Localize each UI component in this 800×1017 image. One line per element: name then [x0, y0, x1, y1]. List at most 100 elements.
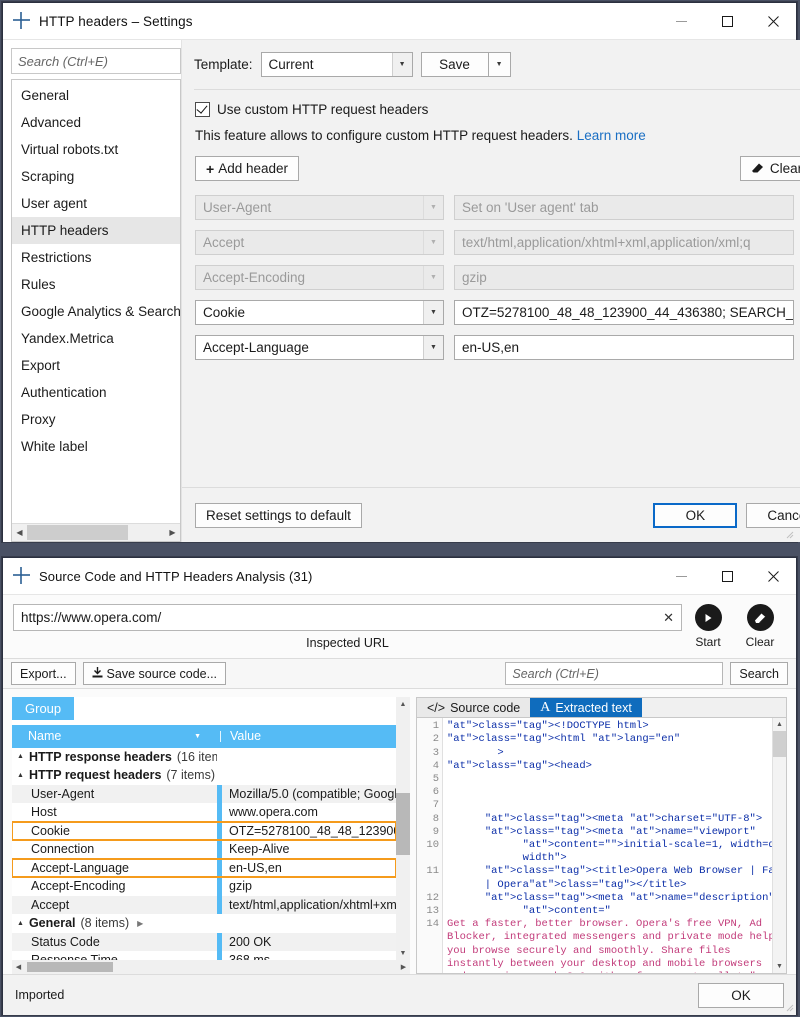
table-row[interactable]: ▲HTTP request headers(7 items)▶ — [12, 766, 396, 785]
search-button[interactable]: Search — [730, 662, 788, 685]
sidebar-item-proxy[interactable]: Proxy — [12, 406, 180, 433]
column-header-name[interactable]: Name ▼ — [12, 729, 217, 743]
close-button[interactable] — [750, 558, 796, 594]
header-value-input[interactable]: OTZ=5278100_48_48_123900_44_436380; SEAR… — [454, 300, 795, 325]
minimize-button[interactable] — [658, 3, 704, 39]
sidebar-item-rules[interactable]: Rules — [12, 271, 180, 298]
table-row[interactable]: User-Agent Mozilla/5.0 (compatible; Googl… — [12, 784, 396, 804]
export-button[interactable]: Export... — [11, 662, 76, 685]
table-row[interactable]: Cookie OTZ=5278100_48_48_123900_44_43 — [12, 820, 396, 842]
sidebar-item-export[interactable]: Export — [12, 352, 180, 379]
table-row[interactable]: Accept text/html,application/xhtml+xml,ap… — [12, 895, 396, 915]
sidebar-item-white-label[interactable]: White label — [12, 433, 180, 460]
chevron-down-icon[interactable]: ▼ — [391, 53, 412, 76]
save-template-split-button[interactable]: Save ▼ — [420, 52, 511, 77]
table-row[interactable]: Accept-Language en-US,en — [12, 857, 396, 879]
maximize-button[interactable] — [704, 3, 750, 39]
close-button[interactable] — [750, 3, 796, 39]
hscroll-thumb[interactable] — [27, 525, 128, 540]
sidebar-item-general[interactable]: General — [12, 82, 180, 109]
add-header-button[interactable]: + Add header — [195, 156, 299, 181]
sidebar-item-yandex-metrica[interactable]: Yandex.Metrica — [12, 325, 180, 352]
clear-icon[interactable]: ✕ — [657, 610, 674, 626]
cancel-button[interactable]: Cancel — [746, 502, 800, 528]
scroll-down-icon[interactable]: ▼ — [396, 946, 410, 960]
reset-settings-button[interactable]: Reset settings to default — [195, 502, 362, 528]
sidebar-item-virtual-robots-txt[interactable]: Virtual robots.txt — [12, 136, 180, 163]
settings-search-input[interactable]: Search (Ctrl+E) — [11, 48, 181, 74]
sidebar-item-restrictions[interactable]: Restrictions — [12, 244, 180, 271]
chevron-down-icon[interactable]: ▼ — [423, 336, 443, 359]
sidebar-item-advanced[interactable]: Advanced — [12, 109, 180, 136]
sidebar-item-http-headers[interactable]: HTTP headers — [12, 217, 180, 244]
sort-desc-icon[interactable]: ▼ — [194, 733, 201, 740]
use-custom-headers-checkbox[interactable] — [195, 102, 210, 117]
hscroll-track[interactable] — [25, 962, 397, 972]
vscroll-track[interactable] — [773, 731, 786, 960]
save-source-code-button[interactable]: Save source code... — [82, 662, 227, 685]
group-name: HTTP response headers — [28, 749, 172, 764]
save-button[interactable]: Save — [420, 52, 489, 77]
header-row: Accept-Language▼en-US,en✖ — [195, 335, 800, 360]
scroll-right-icon[interactable]: ▶ — [397, 963, 410, 971]
collapse-icon[interactable]: ▲ — [17, 920, 24, 927]
collapse-icon[interactable]: ▲ — [17, 753, 24, 760]
sidebar-item-google-analytics-search-co[interactable]: Google Analytics & Search Co — [12, 298, 180, 325]
header-name-select[interactable]: Accept-Language ▼ — [195, 335, 444, 360]
scroll-up-icon[interactable]: ▲ — [773, 718, 786, 731]
scroll-down-icon[interactable]: ▼ — [773, 960, 786, 973]
column-resizer[interactable] — [217, 730, 224, 742]
table-row[interactable]: ▲HTTP response headers(16 items)▶ — [12, 748, 396, 767]
source-code-text[interactable]: "at">class="tag"><!DOCTYPE html> "at">cl… — [443, 718, 772, 973]
tab-extracted-text[interactable]: A Extracted text — [530, 698, 642, 718]
scroll-up-icon[interactable]: ▲ — [396, 697, 410, 711]
resize-grip[interactable] — [784, 529, 794, 539]
learn-more-link[interactable]: Learn more — [577, 128, 646, 143]
save-dropdown-icon[interactable]: ▼ — [488, 52, 511, 77]
minimize-button[interactable] — [658, 558, 704, 594]
resize-grip[interactable] — [784, 1002, 794, 1012]
chevron-down-icon[interactable]: ▼ — [423, 301, 443, 324]
header-value-input[interactable]: en-US,en — [454, 335, 795, 360]
sidebar-hscrollbar[interactable]: ◀ ▶ — [12, 523, 180, 541]
sidebar-item-scraping[interactable]: Scraping — [12, 163, 180, 190]
hscroll-thumb[interactable] — [27, 962, 113, 972]
scroll-right-icon[interactable]: ▶ — [165, 525, 180, 540]
vscroll-thumb[interactable] — [773, 731, 786, 758]
maximize-button[interactable] — [704, 558, 750, 594]
group-menu-icon[interactable]: ▶ — [137, 919, 143, 928]
table-row[interactable]: Status Code 200 OK — [12, 932, 396, 952]
group-chip[interactable]: Group — [12, 697, 75, 720]
grid-vscrollbar[interactable]: ▲ ▼ — [396, 697, 410, 960]
table-row[interactable]: Accept-Encoding gzip — [12, 877, 396, 896]
use-custom-headers-row[interactable]: Use custom HTTP request headers — [182, 90, 800, 117]
template-select[interactable]: Current ▼ — [260, 52, 413, 77]
column-header-value[interactable]: Value — [224, 729, 396, 743]
scroll-left-icon[interactable]: ◀ — [12, 963, 25, 971]
hscroll-track[interactable] — [27, 525, 165, 540]
ok-button[interactable]: OK — [698, 982, 784, 1008]
collapse-icon[interactable]: ▲ — [17, 772, 24, 779]
table-row[interactable]: ▲ General (8 items) ▶ — [12, 914, 396, 933]
vscroll-track[interactable] — [396, 711, 410, 946]
clear-all-button[interactable]: Clear all — [739, 156, 800, 181]
table-row[interactable]: Connection Keep-Alive — [12, 840, 396, 859]
analysis-search-input[interactable]: Search (Ctrl+E) — [505, 662, 724, 685]
tab-source-code[interactable]: </> Source code — [417, 698, 531, 718]
globe-icon — [14, 568, 30, 584]
grid-hscrollbar[interactable]: ◀ ▶ — [12, 960, 410, 974]
table-row[interactable]: Response Time 368 ms — [12, 951, 396, 960]
scroll-left-icon[interactable]: ◀ — [12, 525, 27, 540]
sidebar-item-user-agent[interactable]: User agent — [12, 190, 180, 217]
grid-rows: ▲ HTTP response headers (16 items) ▶ ▲ HTTP r… — [12, 747, 396, 960]
settings-search-placeholder: Search (Ctrl+E) — [18, 53, 108, 69]
start-button[interactable]: Start — [682, 604, 734, 649]
sidebar-item-authentication[interactable]: Authentication — [12, 379, 180, 406]
vscroll-thumb[interactable] — [396, 793, 410, 855]
header-name-select[interactable]: Cookie ▼ — [195, 300, 444, 325]
table-row[interactable]: Host www.opera.com — [12, 803, 396, 822]
code-vscrollbar[interactable]: ▲ ▼ — [772, 718, 786, 973]
clear-button[interactable]: Clear — [734, 604, 786, 649]
ok-button[interactable]: OK — [653, 502, 738, 528]
url-input[interactable]: https://www.opera.com/ ✕ — [13, 604, 682, 631]
